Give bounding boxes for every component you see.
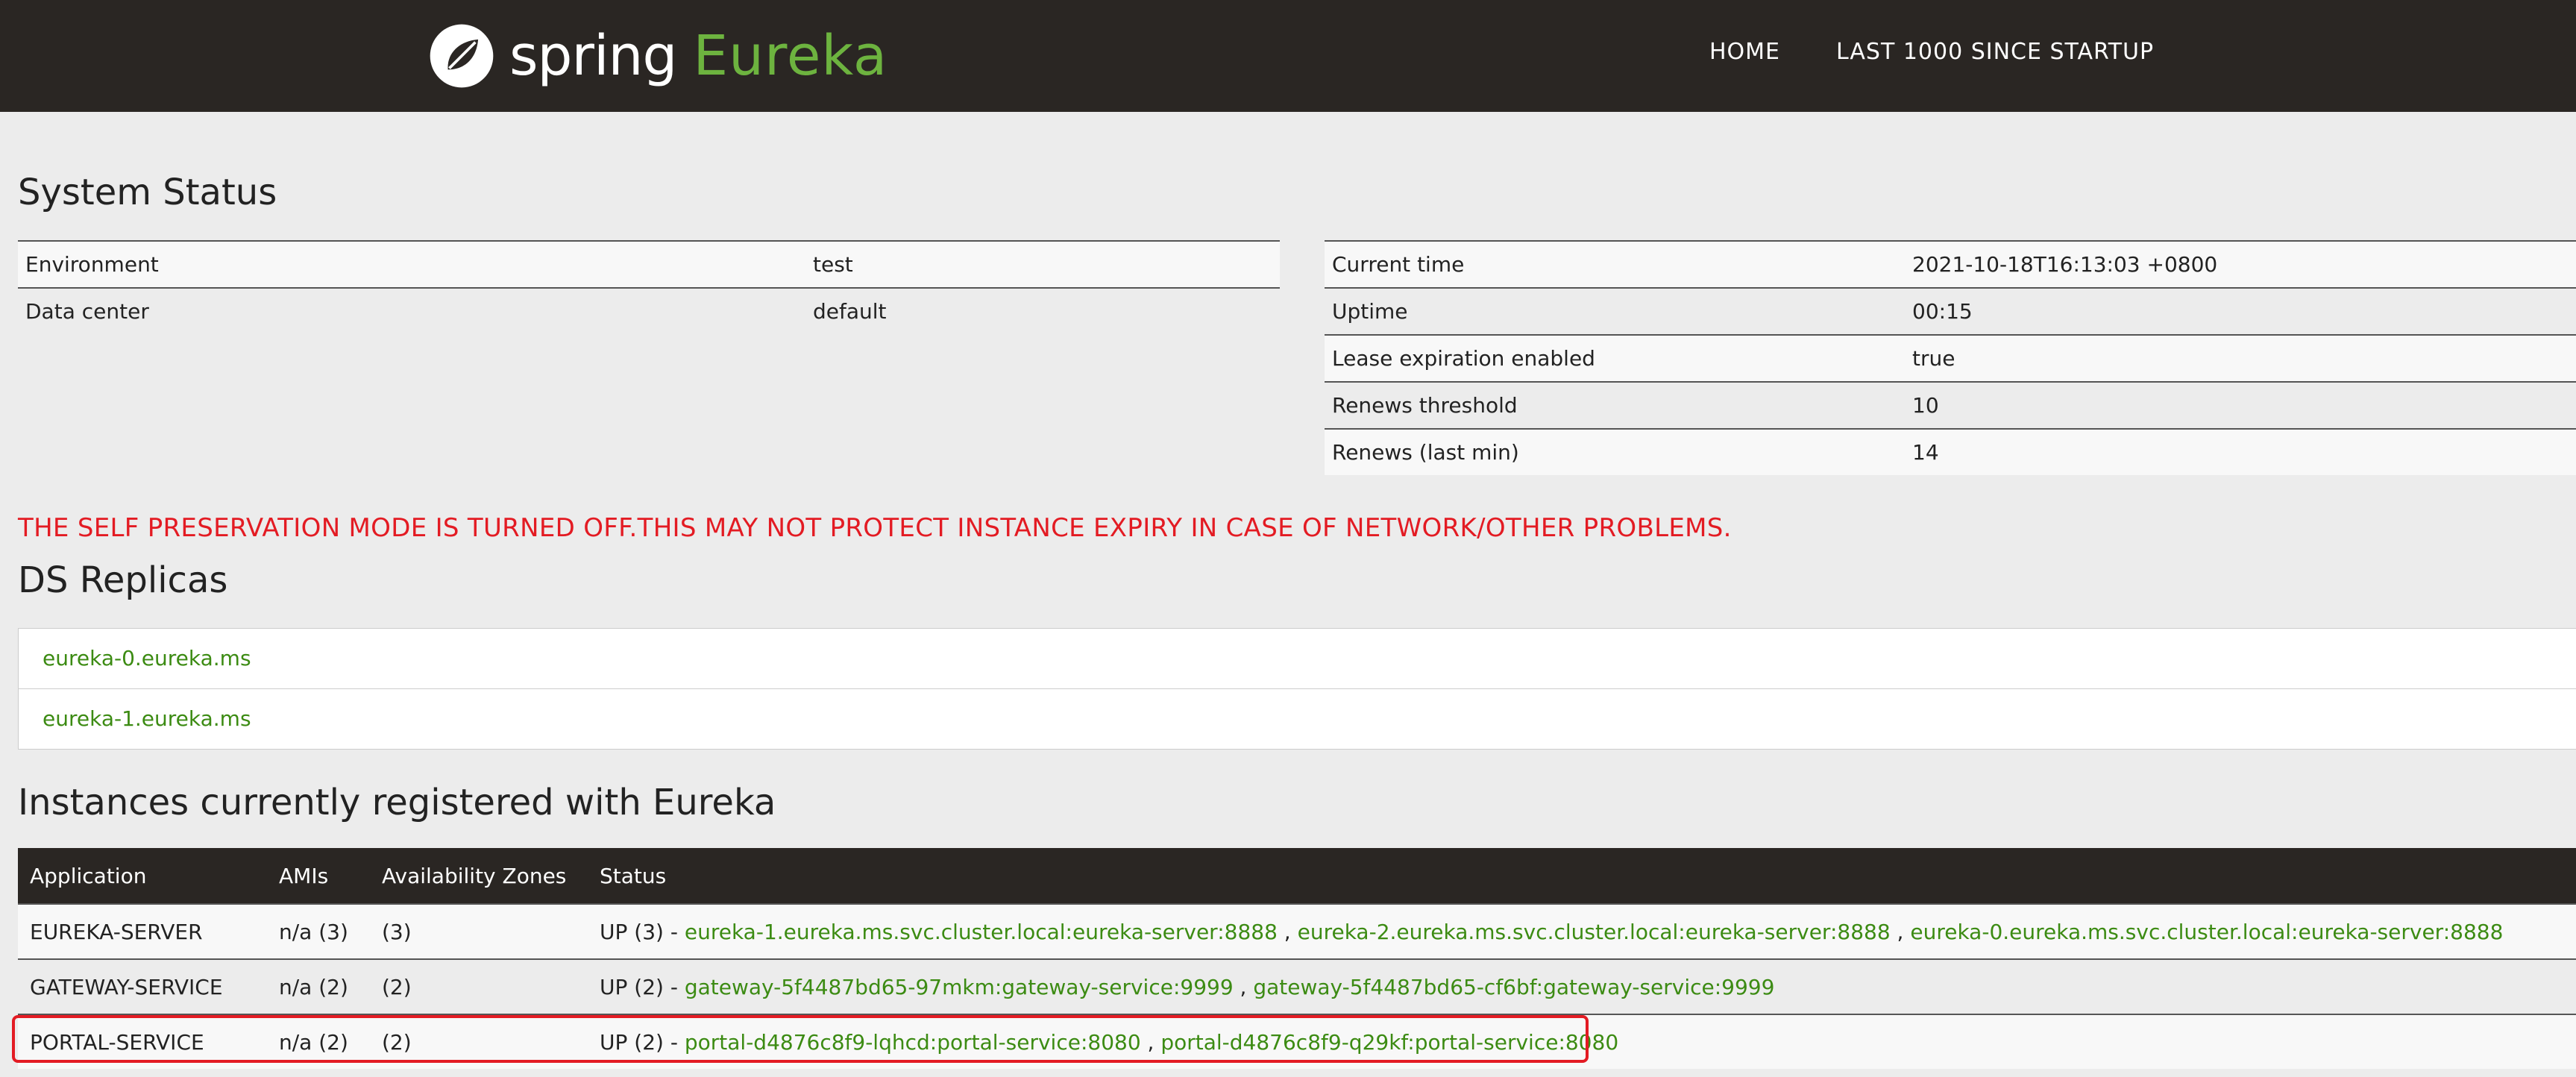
status-row: Current time 2021-10-18T16:13:03 +0800 (1325, 240, 2576, 288)
status-row: Renews threshold 10 (1325, 381, 2576, 429)
spring-eureka-logo[interactable]: spring Eureka (427, 15, 888, 97)
status-key: Lease expiration enabled (1325, 334, 1905, 382)
ds-replicas-heading: DS Replicas (18, 559, 228, 601)
zones-cell: (2) (370, 958, 588, 1014)
instance-link[interactable]: gateway-5f4487bd65-cf6bf:gateway-service… (1253, 975, 1774, 999)
column-header-amis: AMIs (267, 848, 370, 904)
status-key: Data center (18, 287, 805, 334)
column-header-status: Status (588, 848, 2576, 904)
status-prefix: UP (2) - (600, 974, 685, 999)
status-key: Renews threshold (1325, 381, 1905, 429)
status-cell: UP (2) - gateway-5f4487bd65-97mkm:gatewa… (588, 958, 2576, 1014)
instance-link[interactable]: eureka-2.eureka.ms.svc.cluster.local:eur… (1298, 920, 1891, 944)
ds-replicas-list: eureka-0.eureka.ms eureka-1.eureka.ms (18, 628, 2576, 750)
status-prefix: UP (2) - (600, 1029, 685, 1055)
column-header-application: Application (18, 848, 267, 904)
table-row: GATEWAY-SERVICE n/a (2) (2) UP (2) - gat… (18, 958, 2576, 1014)
status-row: Lease expiration enabled true (1325, 334, 2576, 382)
status-value: 10 (1905, 381, 2576, 429)
instance-link[interactable]: gateway-5f4487bd65-97mkm:gateway-service… (685, 975, 1234, 999)
status-value: default (805, 287, 1280, 334)
status-key: Uptime (1325, 287, 1905, 335)
status-row: Uptime 00:15 (1325, 287, 2576, 335)
table-row: PORTAL-SERVICE n/a (2) (2) UP (2) - port… (18, 1014, 2576, 1069)
status-row: Data center default (18, 287, 1280, 334)
status-value: 00:15 (1905, 287, 2576, 335)
brand-spring-text: spring (509, 24, 677, 88)
instances-table: Application AMIs Availability Zones Stat… (18, 848, 2576, 1069)
replica-link[interactable]: eureka-1.eureka.ms (19, 689, 2576, 749)
table-row: EUREKA-SERVER n/a (3) (3) UP (3) - eurek… (18, 903, 2576, 959)
self-preservation-warning: THE SELF PRESERVATION MODE IS TURNED OFF… (18, 513, 1732, 543)
zones-cell: (2) (370, 1014, 588, 1069)
status-value: 2021-10-18T16:13:03 +0800 (1905, 240, 2576, 288)
spring-leaf-icon (430, 24, 494, 88)
status-value: 14 (1905, 428, 2576, 475)
system-status-right-table: Current time 2021-10-18T16:13:03 +0800 U… (1325, 240, 2576, 475)
status-row: Environment test (18, 240, 1280, 288)
application-cell: EUREKA-SERVER (18, 903, 267, 959)
instance-link[interactable]: portal-d4876c8f9-lqhcd:portal-service:80… (685, 1030, 1141, 1055)
amis-cell: n/a (2) (267, 958, 370, 1014)
top-navbar: spring Eureka HOME LAST 1000 SINCE START… (0, 0, 2576, 112)
status-key: Current time (1325, 240, 1905, 288)
status-key: Renews (last min) (1325, 428, 1905, 475)
status-row: Renews (last min) 14 (1325, 428, 2576, 475)
status-cell: UP (3) - eureka-1.eureka.ms.svc.cluster.… (588, 903, 2576, 959)
instances-header-row: Application AMIs Availability Zones Stat… (18, 848, 2576, 904)
instances-heading: Instances currently registered with Eure… (18, 782, 776, 823)
amis-cell: n/a (3) (267, 903, 370, 959)
instance-link[interactable]: eureka-0.eureka.ms.svc.cluster.local:eur… (1910, 920, 2503, 944)
zones-cell: (3) (370, 903, 588, 959)
instance-link[interactable]: eureka-1.eureka.ms.svc.cluster.local:eur… (685, 920, 1278, 944)
replica-link[interactable]: eureka-0.eureka.ms (19, 629, 2576, 689)
status-cell: UP (2) - portal-d4876c8f9-lqhcd:portal-s… (588, 1014, 2576, 1069)
brand-eureka-text: Eureka (693, 24, 888, 88)
status-key: Environment (18, 240, 805, 288)
status-value: test (805, 240, 1280, 288)
system-status-heading: System Status (18, 172, 277, 213)
status-value: true (1905, 334, 2576, 382)
nav-home-link[interactable]: HOME (1709, 39, 1780, 65)
instance-link[interactable]: portal-d4876c8f9-q29kf:portal-service:80… (1160, 1030, 1618, 1055)
status-prefix: UP (3) - (600, 919, 685, 944)
application-cell: GATEWAY-SERVICE (18, 958, 267, 1014)
system-status-left-table: Environment test Data center default (18, 240, 1280, 334)
column-header-zones: Availability Zones (370, 848, 588, 904)
amis-cell: n/a (2) (267, 1014, 370, 1069)
application-cell: PORTAL-SERVICE (18, 1014, 267, 1069)
nav-last-1000-link[interactable]: LAST 1000 SINCE STARTUP (1836, 39, 2154, 65)
